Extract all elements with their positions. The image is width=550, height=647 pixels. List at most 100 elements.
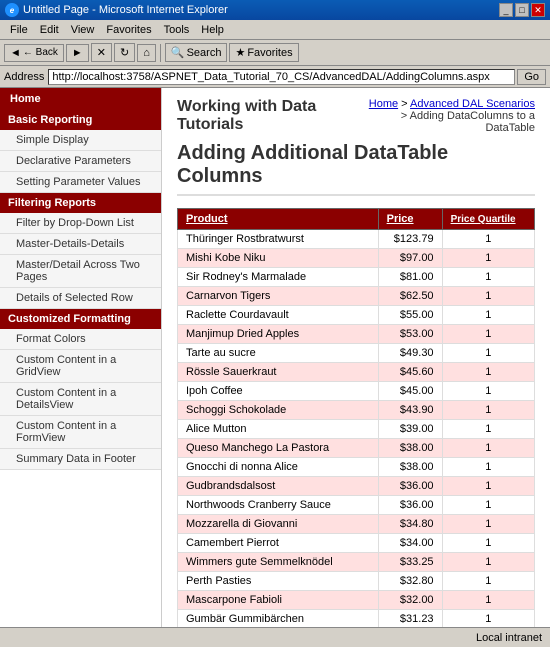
cell-product: Tarte au sucre	[178, 344, 379, 363]
title-bar-controls: _ □ ✕	[499, 3, 545, 17]
search-button[interactable]: 🔍 Search	[165, 43, 228, 62]
cell-price: $45.60	[378, 363, 442, 382]
cell-quartile: 1	[442, 591, 534, 610]
menu-view[interactable]: View	[65, 22, 101, 38]
cell-product: Raclette Courdavault	[178, 306, 379, 325]
table-row: Gnocchi di nonna Alice$38.001	[178, 458, 535, 477]
sidebar-item-declarative-parameters[interactable]: Declarative Parameters	[0, 151, 161, 172]
sidebar-item-format-colors[interactable]: Format Colors	[0, 329, 161, 350]
sidebar-item-custom-content-detailsview[interactable]: Custom Content in a DetailsView	[0, 383, 161, 416]
back-button[interactable]: ◄ ← Back	[4, 44, 64, 62]
cell-product: Queso Manchego La Pastora	[178, 439, 379, 458]
sidebar-item-custom-content-gridview[interactable]: Custom Content in a GridView	[0, 350, 161, 383]
cell-product: Perth Pasties	[178, 572, 379, 591]
cell-product: Ipoh Coffee	[178, 382, 379, 401]
sidebar-item-setting-parameter-values[interactable]: Setting Parameter Values	[0, 172, 161, 193]
cell-product: Gudbrandsdalsost	[178, 477, 379, 496]
cell-quartile: 1	[442, 230, 534, 249]
toolbar-separator	[160, 44, 161, 62]
table-row: Northwoods Cranberry Sauce$36.001	[178, 496, 535, 515]
menu-favorites[interactable]: Favorites	[100, 22, 157, 38]
refresh-button[interactable]: ↻	[114, 43, 135, 62]
close-button[interactable]: ✕	[531, 3, 545, 17]
maximize-button[interactable]: □	[515, 3, 529, 17]
table-row: Thüringer Rostbratwurst$123.791	[178, 230, 535, 249]
forward-icon: ►	[72, 47, 83, 59]
cell-product: Wimmers gute Semmelknödel	[178, 553, 379, 572]
table-row: Schoggi Schokolade$43.901	[178, 401, 535, 420]
cell-quartile: 1	[442, 382, 534, 401]
minimize-button[interactable]: _	[499, 3, 513, 17]
cell-price: $32.00	[378, 591, 442, 610]
cell-price: $31.23	[378, 610, 442, 628]
cell-quartile: 1	[442, 325, 534, 344]
cell-price: $36.00	[378, 477, 442, 496]
sidebar-section-basic-reporting: Basic Reporting	[0, 110, 161, 130]
address-bar: Address Go	[0, 66, 550, 88]
breadcrumb-separator: >	[401, 98, 410, 110]
menu-edit[interactable]: Edit	[34, 22, 65, 38]
col-header-price[interactable]: Price	[378, 209, 442, 230]
cell-quartile: 1	[442, 306, 534, 325]
address-input[interactable]	[48, 69, 515, 85]
sidebar-item-master-detail-two-pages[interactable]: Master/Detail Across Two Pages	[0, 255, 161, 288]
cell-product: Alice Mutton	[178, 420, 379, 439]
breadcrumb-area: Home > Advanced DAL Scenarios > Adding D…	[367, 98, 536, 134]
menu-file[interactable]: File	[4, 22, 34, 38]
cell-product: Manjimup Dried Apples	[178, 325, 379, 344]
cell-product: Thüringer Rostbratwurst	[178, 230, 379, 249]
col-header-quartile[interactable]: Price Quartile	[442, 209, 534, 230]
title-bar-title: e Untitled Page - Microsoft Internet Exp…	[5, 3, 228, 17]
col-header-product[interactable]: Product	[178, 209, 379, 230]
data-table: Product Price Price Quartile Thüringer R…	[177, 208, 535, 627]
home-button[interactable]: ⌂	[137, 44, 156, 62]
cell-price: $55.00	[378, 306, 442, 325]
back-icon: ◄	[10, 47, 21, 59]
status-zone: Local intranet	[476, 632, 542, 644]
cell-product: Carnarvon Tigers	[178, 287, 379, 306]
cell-product: Northwoods Cranberry Sauce	[178, 496, 379, 515]
cell-price: $53.00	[378, 325, 442, 344]
cell-price: $123.79	[378, 230, 442, 249]
breadcrumb-home-link[interactable]: Home	[369, 98, 398, 110]
sidebar-item-summary-data-footer[interactable]: Summary Data in Footer	[0, 449, 161, 470]
sidebar-home[interactable]: Home	[0, 88, 161, 110]
table-row: Raclette Courdavault$55.001	[178, 306, 535, 325]
cell-quartile: 1	[442, 553, 534, 572]
toolbar: ◄ ← Back ► ✕ ↻ ⌂ 🔍 Search ★ Favorites	[0, 40, 550, 66]
table-row: Wimmers gute Semmelknödel$33.251	[178, 553, 535, 572]
table-row: Queso Manchego La Pastora$38.001	[178, 439, 535, 458]
cell-quartile: 1	[442, 458, 534, 477]
favorites-button[interactable]: ★ Favorites	[229, 43, 298, 62]
table-row: Carnarvon Tigers$62.501	[178, 287, 535, 306]
cell-quartile: 1	[442, 401, 534, 420]
cell-product: Mozzarella di Giovanni	[178, 515, 379, 534]
cell-product: Rössle Sauerkraut	[178, 363, 379, 382]
sidebar-section-customized-formatting: Customized Formatting	[0, 309, 161, 329]
cell-price: $38.00	[378, 439, 442, 458]
sidebar-item-custom-content-formview[interactable]: Custom Content in a FormView	[0, 416, 161, 449]
sidebar-item-filter-dropdown[interactable]: Filter by Drop-Down List	[0, 213, 161, 234]
menu-tools[interactable]: Tools	[158, 22, 196, 38]
stop-button[interactable]: ✕	[91, 43, 112, 62]
cell-price: $32.80	[378, 572, 442, 591]
sidebar-item-master-details[interactable]: Master-Details-Details	[0, 234, 161, 255]
menu-bar: File Edit View Favorites Tools Help	[0, 20, 550, 40]
cell-product: Sir Rodney's Marmalade	[178, 268, 379, 287]
ie-icon: e	[5, 3, 19, 17]
cell-price: $38.00	[378, 458, 442, 477]
cell-price: $36.00	[378, 496, 442, 515]
cell-product: Schoggi Schokolade	[178, 401, 379, 420]
breadcrumb-section-link[interactable]: Advanced DAL Scenarios	[410, 98, 535, 110]
forward-button[interactable]: ►	[66, 44, 89, 62]
table-row: Alice Mutton$39.001	[178, 420, 535, 439]
menu-help[interactable]: Help	[195, 22, 230, 38]
go-button[interactable]: Go	[517, 69, 546, 85]
site-title: Working with Data Tutorials	[177, 98, 367, 134]
cell-product: Gumbär Gummibärchen	[178, 610, 379, 628]
page-title-area: Working with Data Tutorials Home > Advan…	[177, 98, 535, 134]
sidebar-item-simple-display[interactable]: Simple Display	[0, 130, 161, 151]
page-heading: Adding Additional DataTable Columns	[177, 142, 535, 196]
sidebar-item-details-selected-row[interactable]: Details of Selected Row	[0, 288, 161, 309]
cell-price: $43.90	[378, 401, 442, 420]
